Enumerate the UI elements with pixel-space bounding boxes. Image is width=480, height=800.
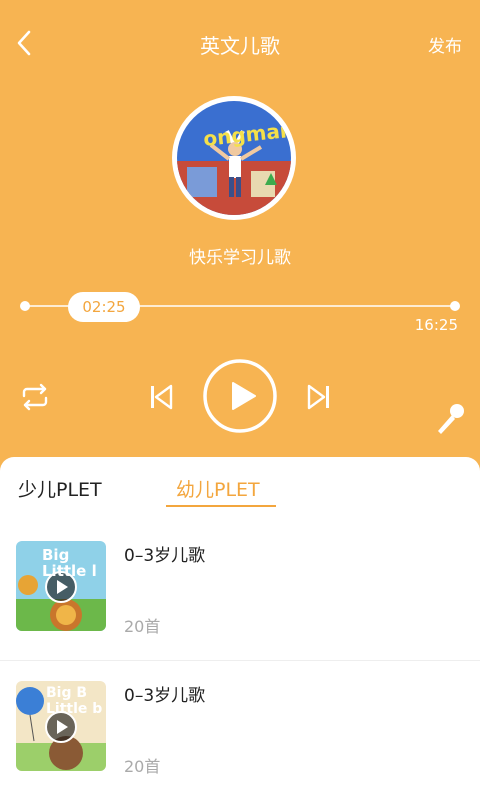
album-art-image xyxy=(177,101,291,215)
page-title: 英文儿歌 xyxy=(200,34,280,58)
album-cover: ongman Elect xyxy=(172,96,296,220)
repeat-button[interactable] xyxy=(18,382,52,412)
progress-start-dot xyxy=(20,301,30,311)
tab-kids-plet[interactable]: 幼儿PLET xyxy=(176,475,260,502)
song-name: 快乐学习儿歌 xyxy=(189,248,291,268)
playlist-panel: 少儿PLET 幼儿PLET Big Little l 0–3岁儿歌 20首 Bi… xyxy=(0,457,480,800)
microphone-button[interactable] xyxy=(434,402,466,436)
total-time: 16:25 xyxy=(414,316,458,334)
playlist-thumbnail: Big B Little b xyxy=(16,681,106,771)
skip-next-icon xyxy=(307,384,329,410)
microphone-icon xyxy=(438,404,464,434)
playlist-title: 0–3岁儿歌 xyxy=(124,546,206,566)
list-item[interactable]: Big B Little b 0–3岁儿歌 20首 xyxy=(0,661,480,800)
playlist-thumbnail: Big Little l xyxy=(16,541,106,631)
previous-button[interactable] xyxy=(148,383,174,411)
play-icon xyxy=(203,359,277,433)
playlist-title: 0–3岁儿歌 xyxy=(124,686,206,706)
thumbnail-text: Big B Little b xyxy=(46,685,103,717)
skip-previous-icon xyxy=(151,384,173,410)
header: 英文儿歌 发布 xyxy=(0,0,480,86)
playlist-count: 20首 xyxy=(124,757,161,776)
next-button[interactable] xyxy=(306,383,332,411)
active-tab-indicator xyxy=(166,505,276,507)
progress-thumb[interactable]: 02:25 xyxy=(68,292,140,322)
tab-children-plet[interactable]: 少儿PLET xyxy=(18,475,102,502)
publish-button[interactable]: 发布 xyxy=(428,32,462,57)
play-button[interactable] xyxy=(202,358,278,434)
list-item[interactable]: Big Little l 0–3岁儿歌 20首 xyxy=(0,521,480,661)
playlist-count: 20首 xyxy=(124,617,161,636)
progress-end-dot xyxy=(450,301,460,311)
repeat-icon xyxy=(22,383,48,411)
thumbnail-text: Big Little l xyxy=(42,546,97,580)
